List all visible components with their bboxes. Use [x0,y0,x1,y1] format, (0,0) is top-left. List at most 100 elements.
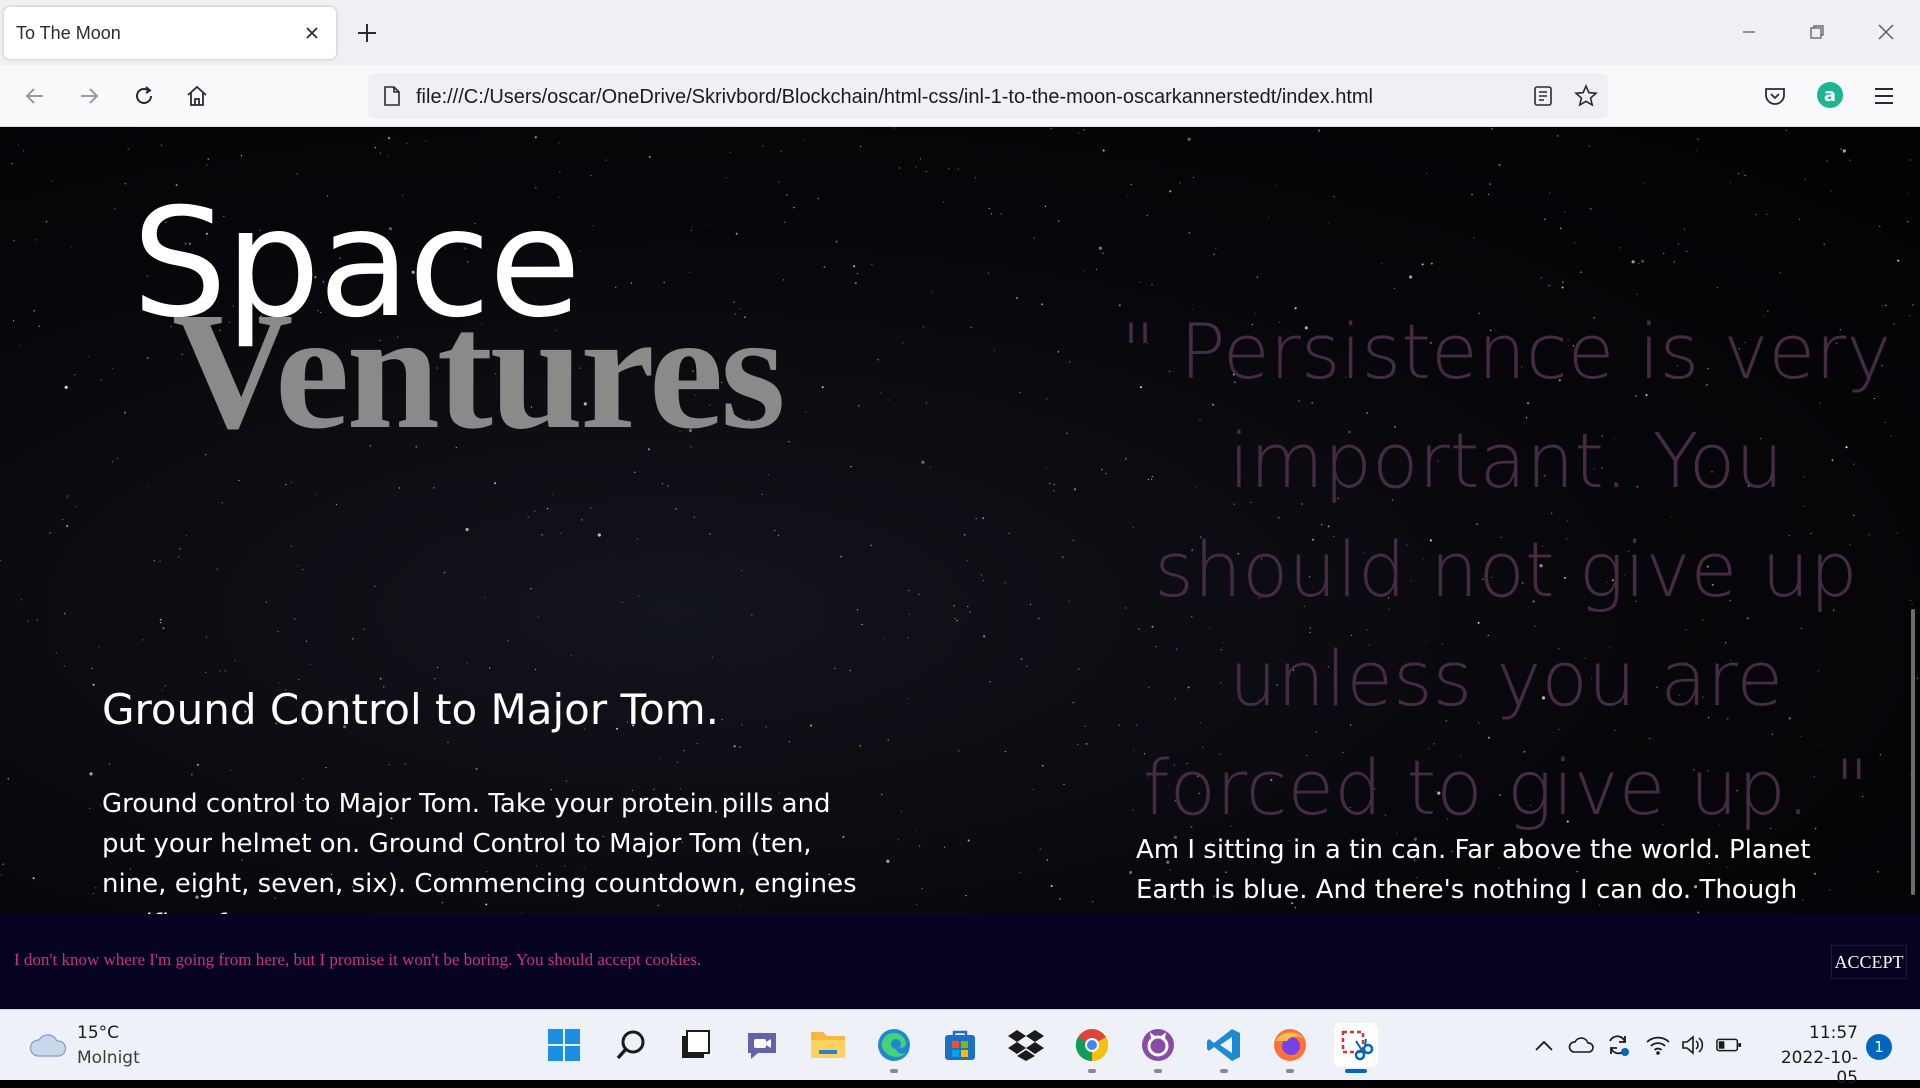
star-dot [786,194,788,196]
star-dot [696,743,699,745]
star-dot [1548,285,1550,287]
minimize-icon[interactable] [1729,14,1769,50]
star-dot [1381,262,1383,264]
dropbox-icon[interactable] [1004,1023,1048,1067]
star-dot [305,640,308,642]
address-bar[interactable]: file:///C:/Users/oscar/OneDrive/Skrivbor… [368,73,1608,119]
star-dot [1426,172,1428,174]
star-dot [1421,263,1424,266]
browser-tab[interactable]: To The Moon [4,7,336,59]
clock-time[interactable]: 11:57 [1770,1023,1858,1043]
star-dot [590,175,592,177]
page-info-icon[interactable] [380,84,404,108]
weather-temperature[interactable]: 15°C [77,1023,119,1043]
reload-icon[interactable] [127,79,161,113]
star-dot [859,744,862,747]
star-dot [693,516,695,518]
bookmark-star-icon[interactable] [1574,84,1598,108]
wifi-icon[interactable] [1645,1032,1671,1058]
task-view-icon[interactable] [673,1023,717,1067]
star-dot [1318,129,1320,132]
battery-icon[interactable] [1716,1032,1742,1058]
star-dot [388,764,390,766]
hamburger-menu-icon[interactable] [1867,79,1901,113]
restore-icon[interactable] [1797,14,1837,50]
star-dot [983,635,986,638]
star-dot [434,678,436,680]
start-windows-icon[interactable] [542,1023,586,1067]
sync-icon[interactable] [1605,1032,1631,1058]
star-dot [915,831,917,833]
clock-date[interactable]: 2022-10-05 [1760,1048,1858,1088]
home-icon[interactable] [180,79,214,113]
snipping-tool-icon[interactable] [1334,1023,1378,1073]
close-window-icon[interactable] [1866,14,1906,50]
star-dot [229,769,232,771]
pocket-icon[interactable] [1758,79,1792,113]
firefox-browser-icon[interactable] [1268,1023,1312,1073]
star-dot [570,654,572,657]
microsoft-store-icon[interactable] [938,1023,982,1067]
star-dot [861,623,863,626]
star-dot [404,763,406,765]
chevron-up-icon[interactable] [1531,1032,1557,1058]
vscode-icon[interactable] [1202,1023,1246,1073]
star-dot [1490,127,1493,130]
file-explorer-icon[interactable] [806,1023,850,1067]
star-dot [1896,532,1898,534]
weather-condition[interactable]: Molnigt [77,1048,140,1068]
star-dot [777,534,780,536]
star-dot [1823,243,1825,245]
cloud-weather-icon[interactable] [28,1030,68,1060]
star-dot [1393,287,1396,289]
volume-icon[interactable] [1680,1032,1706,1058]
star-dot [967,839,970,842]
star-dot [387,155,389,157]
star-dot [860,146,862,148]
reader-view-icon[interactable] [1531,84,1555,108]
chrome-browser-icon[interactable] [1070,1023,1114,1073]
star-dot [1643,182,1645,184]
notification-badge[interactable]: 1 [1866,1034,1892,1060]
star-dot [721,719,723,721]
star-dot [1053,490,1055,492]
star-dot [1129,870,1133,875]
star-dot [922,326,925,328]
profile-avatar-icon[interactable]: a [1817,82,1843,108]
star-dot [2,863,5,866]
star-dot [762,145,764,147]
star-dot [1826,160,1828,162]
star-dot [733,745,736,748]
star-dot [877,359,879,361]
star-dot [160,622,162,624]
back-arrow-icon[interactable] [18,79,52,113]
star-dot [51,180,53,182]
star-dot [1498,164,1501,166]
search-icon[interactable] [609,1023,653,1067]
star-dot [888,399,891,401]
star-dot [98,646,100,648]
teams-chat-icon[interactable] [740,1023,784,1067]
star-dot [1101,469,1103,471]
page-scrollbar[interactable] [1911,609,1915,895]
edge-browser-icon[interactable] [872,1023,916,1073]
star-dot [965,895,967,897]
onedrive-cloud-icon[interactable] [1568,1032,1594,1058]
star-dot [112,367,114,369]
running-indicator [1286,1069,1294,1073]
close-tab-icon[interactable] [298,19,326,47]
running-indicator [890,1069,898,1073]
star-dot [66,496,68,498]
star-dot [621,601,623,604]
star-dot [834,667,836,669]
star-dot [605,159,607,161]
star-dot [853,265,856,268]
star-dot [494,482,497,485]
star-dot [265,601,267,603]
accept-cookies-button[interactable]: ACCEPT [1831,945,1907,979]
url-text[interactable]: file:///C:/Users/oscar/OneDrive/Skrivbor… [416,86,1373,109]
new-tab-icon[interactable] [352,18,382,48]
github-desktop-icon[interactable] [1136,1023,1180,1073]
forward-arrow-icon[interactable] [72,79,106,113]
star-dot [1069,361,1071,363]
